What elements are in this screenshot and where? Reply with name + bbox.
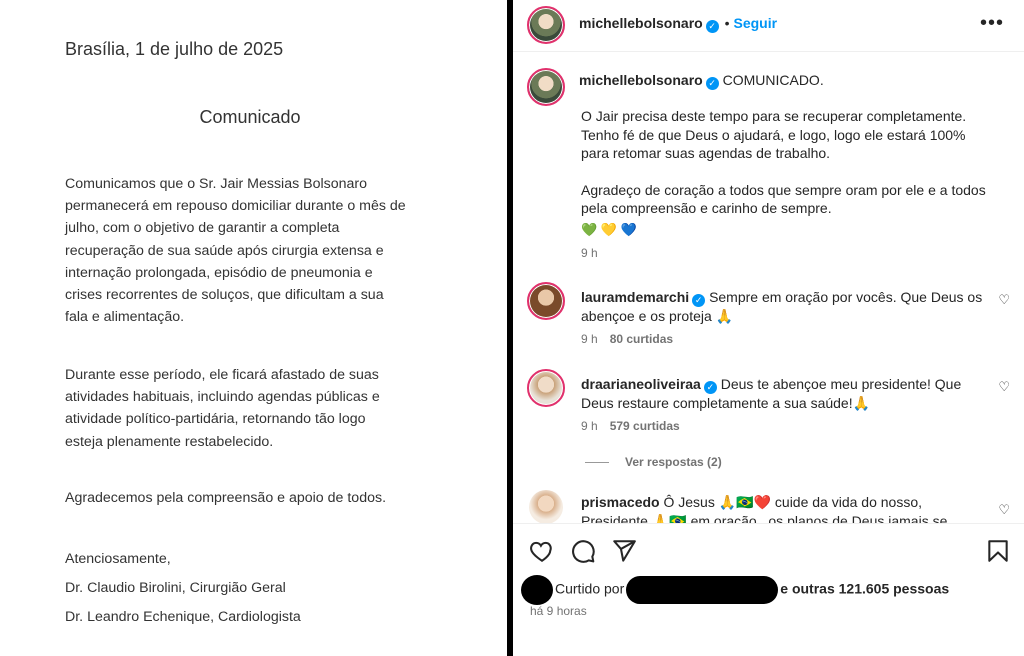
caption-line: para retomar suas agendas de trabalho. [581, 145, 831, 162]
text-line: atividades habituais, incluindo agendas … [65, 389, 380, 406]
text-line: internação prolongada, episódio de pneum… [65, 264, 373, 281]
text-line: permanecerá em repouso domiciliar durant… [65, 198, 406, 215]
instagram-post-panel: michellebolsonaro ✓ • Seguir ••• michelleb… [513, 0, 1024, 656]
text-line: Agradecemos pela compreensão e apoio de … [65, 490, 387, 506]
commenter-username[interactable]: prismacedo [581, 494, 660, 510]
post-timestamp[interactable]: há 9 horas [530, 604, 587, 618]
caption-title: COMUNICADO. [722, 72, 824, 88]
comment: lauramdemarchi ✓ Sempre em oração por voc… [513, 282, 1024, 352]
document-signature: Atenciosamente, Dr. Claudio Birolini, Ci… [65, 545, 301, 632]
caption-author-avatar[interactable] [527, 68, 565, 106]
commenter-avatar[interactable] [527, 282, 565, 320]
author-avatar[interactable] [527, 6, 565, 44]
comment-text: prismacedo Ô Jesus 🙏🇧🇷❤️ cuide da vida d… [581, 493, 991, 523]
caption-line: O Jair precisa deste tempo para se recup… [581, 108, 967, 124]
comment-likes[interactable]: 80 curtidas [610, 332, 673, 346]
comment-like-heart-icon[interactable]: ♡ [998, 502, 1010, 518]
view-replies-label: Ver respostas (2) [625, 455, 722, 469]
comment-like-heart-icon[interactable]: ♡ [998, 292, 1010, 308]
text-line: Dr. Leandro Echenique, Cardiologista [65, 609, 301, 625]
text-line: Dr. Claudio Birolini, Cirurgião Geral [65, 580, 286, 596]
text-line: atividade político-partidária, retornand… [65, 411, 366, 428]
verified-badge-icon: ✓ [692, 294, 706, 307]
liked-by-count[interactable]: e outras 121.605 pessoas [780, 581, 949, 597]
caption-emojis: 💚 💛 💙 [581, 222, 637, 238]
document-paragraph-3: Agradecemos pela compreensão e apoio de … [65, 487, 386, 509]
document-paragraph-2: Durante esse período, ele ficará afastad… [65, 364, 380, 453]
document-date: Brasília, 1 de julho de 2025 [65, 39, 284, 59]
green-heart-icon: 💚 [581, 222, 598, 237]
blue-heart-icon: 💙 [620, 222, 637, 237]
text-line: esteja plenamente restabelecido. [65, 433, 274, 450]
more-options-icon[interactable]: ••• [980, 12, 1004, 35]
text-line: julho, com o objetivo de garantir a comp… [65, 220, 340, 237]
comment-text: draarianeoliveiraa ✓ Deus te abençoe meu … [581, 375, 991, 413]
verified-badge-icon: ✓ [705, 77, 719, 90]
document-paragraph-1: Comunicamos que o Sr. Jair Messias Bolso… [65, 173, 406, 328]
liked-by-summary: Curtido por e outras 121.605 pessoas [521, 575, 949, 605]
author-username[interactable]: michellebolsonaro [579, 15, 703, 31]
verified-badge-icon: ✓ [703, 381, 717, 394]
caption-line: Agradeço de coração a todos que sempre o… [581, 181, 986, 198]
comment-likes[interactable]: 579 curtidas [610, 419, 680, 433]
comment-time[interactable]: 9 h [581, 332, 598, 346]
comment-meta: 9 h 579 curtidas [581, 419, 680, 433]
like-heart-icon[interactable] [529, 538, 555, 564]
redacted-avatar [521, 575, 553, 605]
text-line: Atenciosamente, [65, 551, 171, 567]
commenter-username[interactable]: draarianeoliveiraa [581, 376, 701, 392]
communique-document: Brasília, 1 de julho de 2025 Comunicado … [0, 0, 510, 656]
separator-dot: • [724, 15, 730, 31]
commenter-avatar[interactable] [529, 490, 563, 523]
comment-bubble-icon[interactable] [570, 538, 596, 564]
caption-line: Tenho fé de que Deus o ajudará, e logo, … [581, 126, 966, 143]
caption-header: michellebolsonaro ✓ COMUNICADO. [579, 72, 824, 90]
replies-line [585, 462, 609, 464]
comment: draarianeoliveiraa ✓ Deus te abençoe meu … [513, 369, 1024, 439]
comment-time[interactable]: 9 h [581, 419, 598, 433]
redacted-username [626, 576, 779, 604]
caption-line: pela compreensão e carinho de sempre. [581, 200, 832, 217]
text-line: crises recorrentes de soluços, que dific… [65, 287, 384, 304]
verified-badge-icon: ✓ [705, 20, 719, 33]
commenter-username[interactable]: lauramdemarchi [581, 289, 689, 305]
yellow-heart-icon: 💛 [600, 222, 617, 237]
document-title: Comunicado [199, 107, 301, 127]
comment: prismacedo Ô Jesus 🙏🇧🇷❤️ cuide da vida d… [513, 490, 1024, 523]
share-send-icon[interactable] [611, 538, 637, 564]
post-actions: Curtido por e outras 121.605 pessoas há 9… [513, 523, 1024, 656]
view-replies-button[interactable]: Ver respostas (2) [585, 455, 722, 469]
text-line: fala e alimentação. [65, 309, 185, 326]
bookmark-save-icon[interactable] [985, 538, 1011, 564]
commenter-avatar[interactable] [527, 369, 565, 407]
follow-button[interactable]: Seguir [734, 15, 778, 31]
liked-by-prefix: Curtido por [555, 580, 625, 597]
header-author: michellebolsonaro ✓ • Seguir [579, 15, 777, 33]
post-header: michellebolsonaro ✓ • Seguir ••• [513, 0, 1024, 52]
comment-meta: 9 h 80 curtidas [581, 332, 673, 346]
caption-timestamp[interactable]: 9 h [581, 246, 598, 260]
text-line: recuperação de sua saúde após cirurgia e… [65, 242, 384, 259]
caption-author[interactable]: michellebolsonaro [579, 72, 703, 88]
caption-body: O Jair precisa deste tempo para se recup… [581, 107, 1001, 218]
comment-text: lauramdemarchi ✓ Sempre em oração por voc… [581, 288, 991, 326]
comment-like-heart-icon[interactable]: ♡ [998, 379, 1010, 395]
text-line: Durante esse período, ele ficará afastad… [65, 367, 379, 383]
text-line: Comunicamos que o Sr. Jair Messias Bolso… [65, 176, 368, 192]
